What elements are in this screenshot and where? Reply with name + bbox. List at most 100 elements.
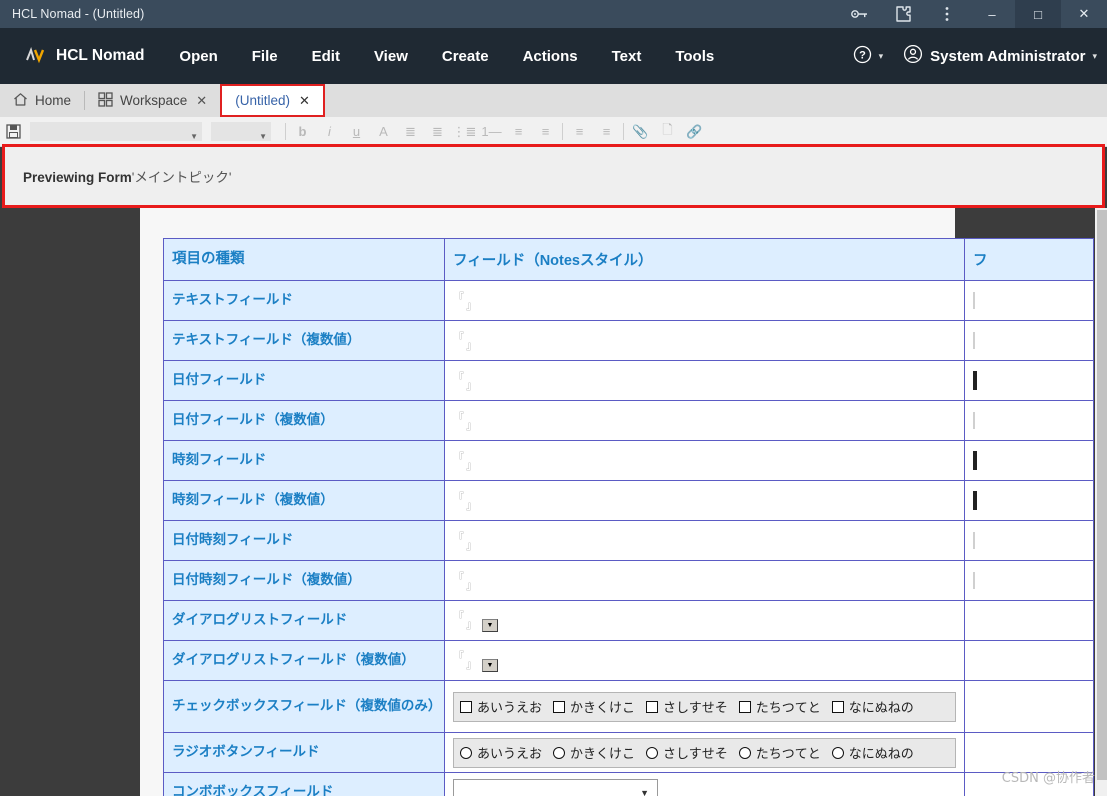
link-icon[interactable]: 🔗 — [681, 119, 708, 145]
align-left-icon[interactable]: ≡ — [566, 119, 593, 145]
checkbox-icon[interactable] — [553, 700, 566, 713]
text-input-box[interactable] — [973, 332, 975, 349]
tab-workspace[interactable]: Workspace ✕ — [85, 84, 220, 117]
maximize-button[interactable]: □ — [1015, 0, 1061, 28]
align-justify-icon[interactable]: ≡ — [532, 119, 559, 145]
plain-date-field[interactable] — [964, 360, 1094, 401]
checkbox-option[interactable]: なにぬねの — [831, 697, 914, 716]
align-center-icon[interactable]: ≡ — [505, 119, 532, 145]
underline-icon[interactable]: u — [343, 119, 370, 145]
radio-icon[interactable] — [553, 746, 566, 759]
tab-home[interactable]: Home — [0, 84, 84, 117]
minimize-button[interactable]: – — [969, 0, 1015, 28]
plain-datetime-field[interactable] — [964, 560, 1094, 601]
plain-text-field[interactable] — [964, 320, 1094, 361]
plain-datetime-field[interactable] — [964, 520, 1094, 561]
dialoglist-dropdown-icon[interactable]: ▼ — [482, 619, 498, 632]
plain-time-field[interactable] — [964, 440, 1094, 481]
radio-option[interactable]: かきくけこ — [553, 743, 635, 762]
notes-dialoglist-field-multi[interactable]: 『』 ▼ — [444, 640, 965, 681]
notes-datetime-field[interactable]: 『』 — [444, 520, 965, 561]
notes-time-field-multi[interactable]: 『』 — [444, 480, 965, 521]
empty-field-marker: 『』 — [453, 332, 477, 352]
dialoglist-dropdown-icon[interactable]: ▼ — [482, 659, 498, 672]
align-right-icon[interactable]: ≡ — [593, 119, 620, 145]
notes-date-field[interactable]: 『』 — [444, 360, 965, 401]
plain-checkbox-field[interactable] — [964, 680, 1094, 733]
indent-decrease-icon[interactable]: ≣ — [424, 119, 451, 145]
time-input-box[interactable] — [973, 491, 977, 510]
save-icon[interactable] — [0, 124, 26, 139]
key-icon[interactable] — [837, 0, 881, 28]
numbered-list-icon[interactable]: 1— — [478, 119, 505, 145]
plain-date-field[interactable] — [964, 400, 1094, 441]
combobox-select[interactable]: ▼ — [453, 779, 658, 796]
plain-dialoglist-field[interactable] — [964, 640, 1094, 681]
checkbox-icon[interactable] — [738, 700, 751, 713]
tab-workspace-close-icon[interactable]: ✕ — [196, 93, 207, 109]
radio-icon[interactable] — [460, 746, 472, 759]
font-color-icon[interactable]: A — [370, 119, 397, 145]
radio-option[interactable]: あいうえお — [460, 743, 542, 762]
menu-create[interactable]: Create — [425, 28, 506, 84]
plain-dialoglist-field[interactable] — [964, 600, 1094, 641]
radio-icon[interactable] — [738, 746, 751, 759]
date-input-box[interactable] — [973, 412, 975, 429]
checkbox-icon[interactable] — [460, 700, 472, 713]
attach-icon[interactable]: 📎 — [627, 119, 654, 145]
font-size-select[interactable]: ▼ — [211, 122, 271, 141]
date-input-box[interactable] — [973, 371, 977, 390]
indent-increase-icon[interactable]: ≣ — [397, 119, 424, 145]
menu-file[interactable]: File — [235, 28, 295, 84]
puzzle-icon[interactable] — [881, 0, 925, 28]
close-button[interactable]: ✕ — [1061, 0, 1107, 28]
menu-open[interactable]: Open — [162, 28, 234, 84]
bold-icon[interactable]: b — [289, 119, 316, 145]
menu-text[interactable]: Text — [595, 28, 659, 84]
plain-time-field[interactable] — [964, 480, 1094, 521]
notes-datetime-field-multi[interactable]: 『』 — [444, 560, 965, 601]
plain-text-field[interactable] — [964, 280, 1094, 321]
help-menu[interactable]: ? ▾ — [843, 28, 894, 84]
tab-untitled[interactable]: (Untitled) ✕ — [220, 84, 325, 117]
notes-dialoglist-field[interactable]: 『』 ▼ — [444, 600, 965, 641]
radio-option[interactable]: なにぬねの — [831, 743, 914, 762]
kebab-menu-icon[interactable] — [925, 0, 969, 28]
checkbox-option[interactable]: あいうえお — [460, 697, 542, 716]
radio-option[interactable]: さしすせそ — [646, 743, 728, 762]
datetime-input-box[interactable] — [973, 532, 975, 549]
menu-actions[interactable]: Actions — [506, 28, 595, 84]
table-row: ダイアログリストフィールド（複数値） 『』 ▼ — [163, 640, 1094, 681]
checkbox-option[interactable]: かきくけこ — [553, 697, 635, 716]
help-chevron-down-icon: ▾ — [878, 50, 884, 61]
menu-tools[interactable]: Tools — [658, 28, 731, 84]
radio-icon[interactable] — [831, 746, 844, 759]
radio-option-label: さしすせそ — [663, 746, 728, 761]
checkbox-icon[interactable] — [831, 700, 844, 713]
notes-time-field[interactable]: 『』 — [444, 440, 965, 481]
radio-option[interactable]: たちつてと — [738, 743, 821, 762]
page-scrollbar-thumb[interactable] — [1097, 210, 1107, 780]
radio-icon[interactable] — [646, 746, 659, 759]
menu-edit[interactable]: Edit — [295, 28, 357, 84]
font-family-select[interactable]: ▼ — [30, 122, 202, 141]
italic-icon[interactable]: i — [316, 119, 343, 145]
bulleted-list-icon[interactable]: ⋮≣ — [451, 119, 478, 145]
checkbox-field[interactable]: あいうえお かきくけこ さしすせそ たちつてと なにぬねの — [444, 680, 965, 733]
text-input-box[interactable] — [973, 292, 975, 309]
radio-field[interactable]: あいうえお かきくけこ さしすせそ たちつてと なにぬねの — [444, 732, 965, 773]
notes-text-field[interactable]: 『』 — [444, 280, 965, 321]
notes-text-field-multi[interactable]: 『』 — [444, 320, 965, 361]
user-menu[interactable]: System Administrator ▾ — [893, 28, 1107, 84]
checkbox-option[interactable]: さしすせそ — [646, 697, 728, 716]
menu-view[interactable]: View — [357, 28, 425, 84]
row-label: ダイアログリストフィールド（複数値） — [163, 640, 445, 681]
checkbox-icon[interactable] — [646, 700, 659, 713]
notes-date-field-multi[interactable]: 『』 — [444, 400, 965, 441]
datetime-input-box[interactable] — [973, 572, 975, 589]
time-input-box[interactable] — [973, 451, 977, 470]
checkbox-option[interactable]: たちつてと — [738, 697, 821, 716]
insert-page-icon[interactable]: 🗋 — [654, 119, 681, 145]
combobox-field[interactable]: ▼ — [444, 772, 965, 796]
tab-untitled-close-icon[interactable]: ✕ — [299, 93, 310, 109]
